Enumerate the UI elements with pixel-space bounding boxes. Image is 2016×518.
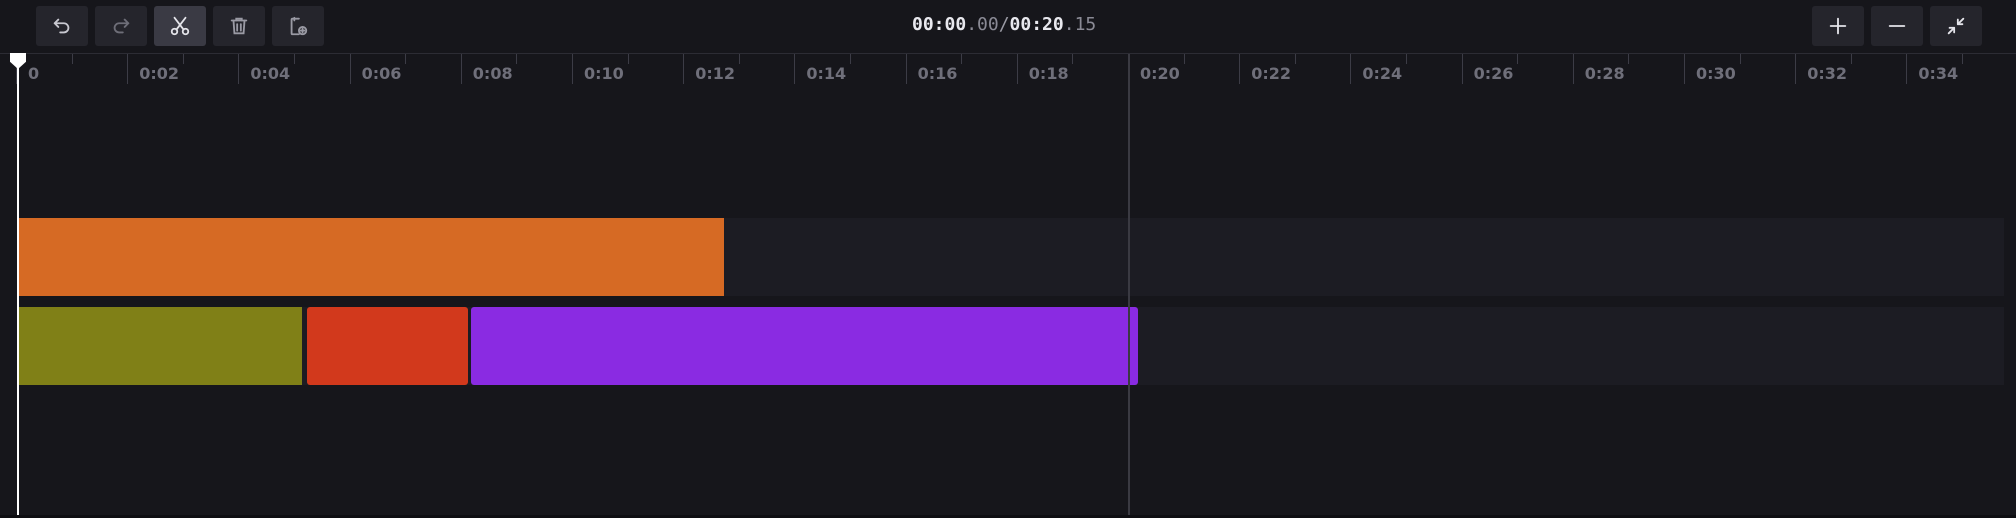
current-time-fraction: .00 [966,14,999,35]
ruler-tick [1517,54,1519,64]
timeline-clip[interactable] [471,307,1139,385]
split-button[interactable] [154,6,206,46]
ruler-tick [1350,54,1352,84]
ruler-tick [905,54,907,84]
ruler-tick [572,54,573,84]
timeline-clip[interactable] [18,218,725,296]
timeline-clip[interactable] [307,307,469,385]
delete-button[interactable] [213,6,265,46]
ruler-label: 0:16 [917,64,958,83]
ruler-tick [1628,54,1630,64]
trash-icon [230,17,248,35]
ruler-label: 0:20 [1140,64,1180,83]
redo-icon [113,18,130,34]
ruler-tick [238,54,240,84]
ruler-tick [1183,54,1185,64]
ruler-tick [294,54,295,64]
ruler-tick [1906,54,1908,84]
time-separator: / [998,14,1010,35]
scissors-icon [170,16,190,36]
ruler-label: 0:10 [584,64,624,83]
ruler-tick [961,54,963,64]
minus-icon [1888,25,1906,27]
plus-icon [1829,17,1847,35]
ruler-tick [349,54,351,84]
ruler-tick [1739,54,1741,64]
undo-button[interactable] [36,6,88,46]
fit-timeline-button[interactable] [1930,6,1982,46]
ruler-label: 0:34 [1918,64,1959,83]
redo-button[interactable] [95,6,147,46]
playhead-line[interactable] [17,54,19,515]
ruler-tick [460,54,462,84]
ruler-tick [516,54,518,64]
ruler-tick [683,54,685,84]
zoom-out-button[interactable] [1871,6,1923,46]
toolbar: 00:00.00/00:20.15 [0,0,2016,53]
ruler-tick [127,54,129,84]
time-ruler[interactable]: 0 0:02 0:04 0:06 0:08 0:10 0:12 0:14 0:16 0:18 0:2… [0,53,2016,89]
ruler-label: 0:04 [250,64,291,83]
zoom-in-button[interactable] [1812,6,1864,46]
ruler-label: 0:14 [806,64,847,83]
total-time: 00:20 [1009,14,1064,35]
total-time-fraction: .15 [1063,14,1097,35]
ruler-tick [1795,54,1797,84]
ruler-label: 0:12 [695,64,735,83]
ruler-tick [627,54,629,64]
ruler-tick [1406,54,1407,64]
ruler-label: 0:30 [1696,64,1736,83]
ruler-label: 0:22 [1251,64,1291,83]
collapse-icon [1947,17,1965,35]
ruler-tick [405,54,407,64]
clipboard-add-icon [290,16,308,36]
ruler-label: 0:28 [1584,64,1625,83]
ruler-label: 0:24 [1362,64,1403,83]
ruler-tick [1572,54,1574,84]
ruler-label: 0 [28,64,40,83]
ruler-tick [1684,54,1685,84]
ruler-tick [1962,54,1963,64]
ruler-tick [1850,54,1852,64]
ruler-tick [71,54,73,64]
ruler-label: 0:02 [139,64,179,83]
duplicate-button[interactable] [272,6,324,46]
undo-icon [53,18,70,34]
ruler-label: 0:26 [1473,64,1514,83]
ruler-tick [850,54,851,64]
ruler-label: 0:06 [361,64,402,83]
timecode-display: 00:00.00/00:20.15 [912,14,1102,35]
ruler-label: 0:08 [472,64,513,83]
ruler-tick [738,54,740,64]
ruler-label: 0:18 [1028,64,1069,83]
ruler-tick [1016,54,1018,84]
ruler-tick [1461,54,1463,84]
timeline-clip[interactable] [18,307,302,385]
ruler-tick [1294,54,1296,64]
ruler-label: 0:32 [1807,64,1847,83]
ruler-tick [1072,54,1074,64]
ruler-tick [182,54,184,64]
current-time: 00:00 [912,14,967,35]
timeline-end-marker [1128,54,1130,515]
ruler-tick [1239,54,1241,84]
ruler-tick [794,54,796,84]
